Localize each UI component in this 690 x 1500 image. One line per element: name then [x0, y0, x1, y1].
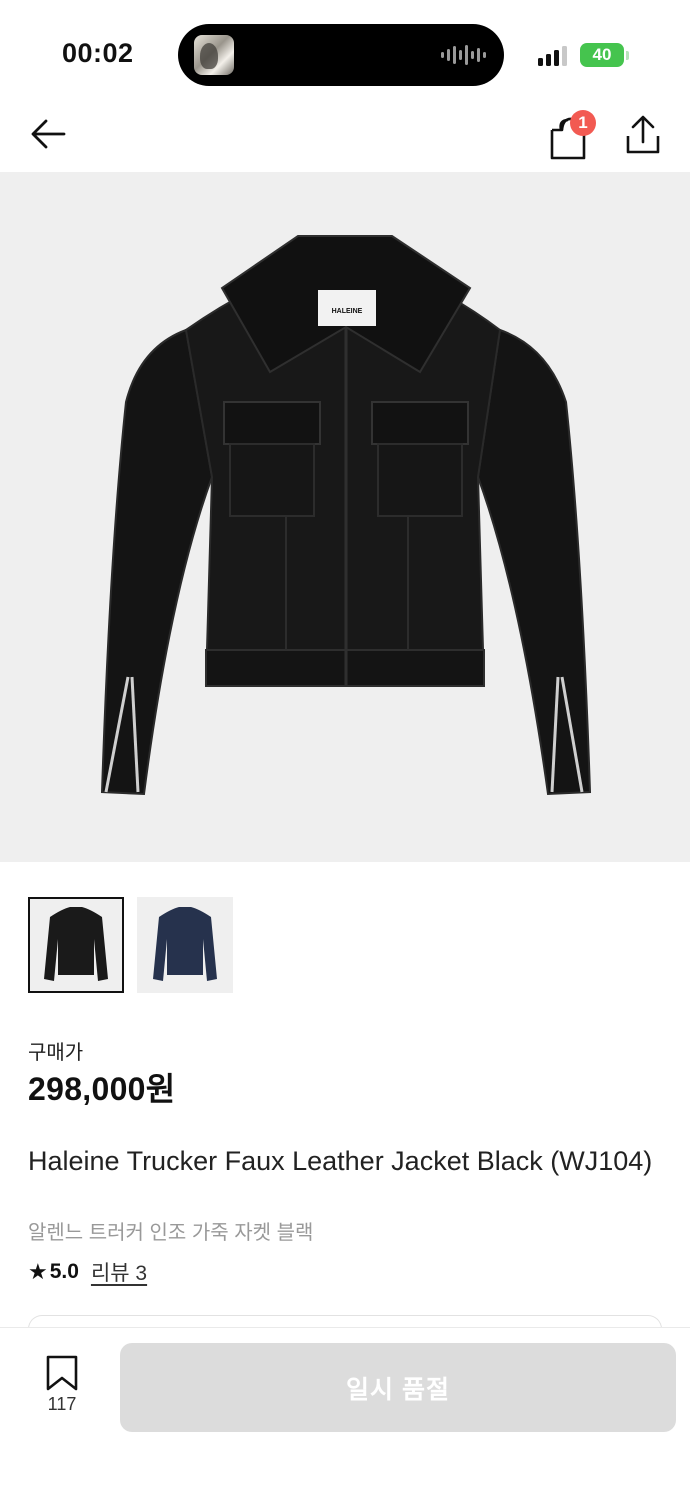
star-icon: ★: [28, 1259, 48, 1284]
bookmark-button[interactable]: 117: [40, 1354, 84, 1415]
review-link[interactable]: 리뷰 3: [91, 1257, 147, 1287]
status-time: 00:02: [62, 38, 134, 68]
cart-count-badge: 1: [570, 110, 596, 136]
share-icon: [626, 115, 660, 154]
audio-waveform-icon: [441, 44, 486, 66]
now-playing-artwork: [194, 35, 234, 75]
battery-level: 40: [592, 45, 612, 64]
thumbnail-black[interactable]: [28, 897, 124, 993]
bottom-action-bar: 117 일시 품절: [0, 1327, 690, 1500]
color-thumbnails: [28, 897, 233, 993]
battery-tip: [626, 51, 629, 60]
rating-score: 5.0: [49, 1260, 79, 1283]
share-button[interactable]: [620, 112, 666, 158]
product-rating: ★ 5.0 리뷰 3: [28, 1257, 147, 1287]
jacket-illustration: HALEINE: [100, 235, 592, 796]
thumbnail-jacket-black: [44, 907, 108, 981]
product-subtitle: 알렌느 트러커 인조 가죽 자켓 블랙: [28, 1222, 314, 1244]
back-button[interactable]: [26, 112, 72, 158]
cart-button[interactable]: 1: [546, 110, 596, 160]
thumbnail-navy[interactable]: [137, 897, 233, 993]
product-image[interactable]: HALEINE: [0, 172, 690, 862]
product-title: Haleine Trucker Faux Leather Jacket Blac…: [28, 1146, 653, 1176]
cellular-signal-icon: [538, 44, 567, 66]
arrow-left-icon: [31, 119, 66, 149]
sold-out-button[interactable]: 일시 품절: [120, 1343, 676, 1432]
status-bar: 00:02 40: [0, 0, 690, 100]
battery-icon: 40: [580, 43, 624, 67]
bookmark-icon: [46, 1355, 78, 1391]
top-nav: 1: [0, 100, 690, 172]
brand-label: HALEINE: [332, 308, 363, 315]
price-label: 구매가: [28, 1042, 84, 1064]
product-price: 298,000원: [28, 1071, 176, 1107]
bookmark-count: 117: [47, 1394, 77, 1414]
dynamic-island[interactable]: [178, 24, 504, 86]
thumbnail-jacket-navy: [153, 907, 217, 981]
